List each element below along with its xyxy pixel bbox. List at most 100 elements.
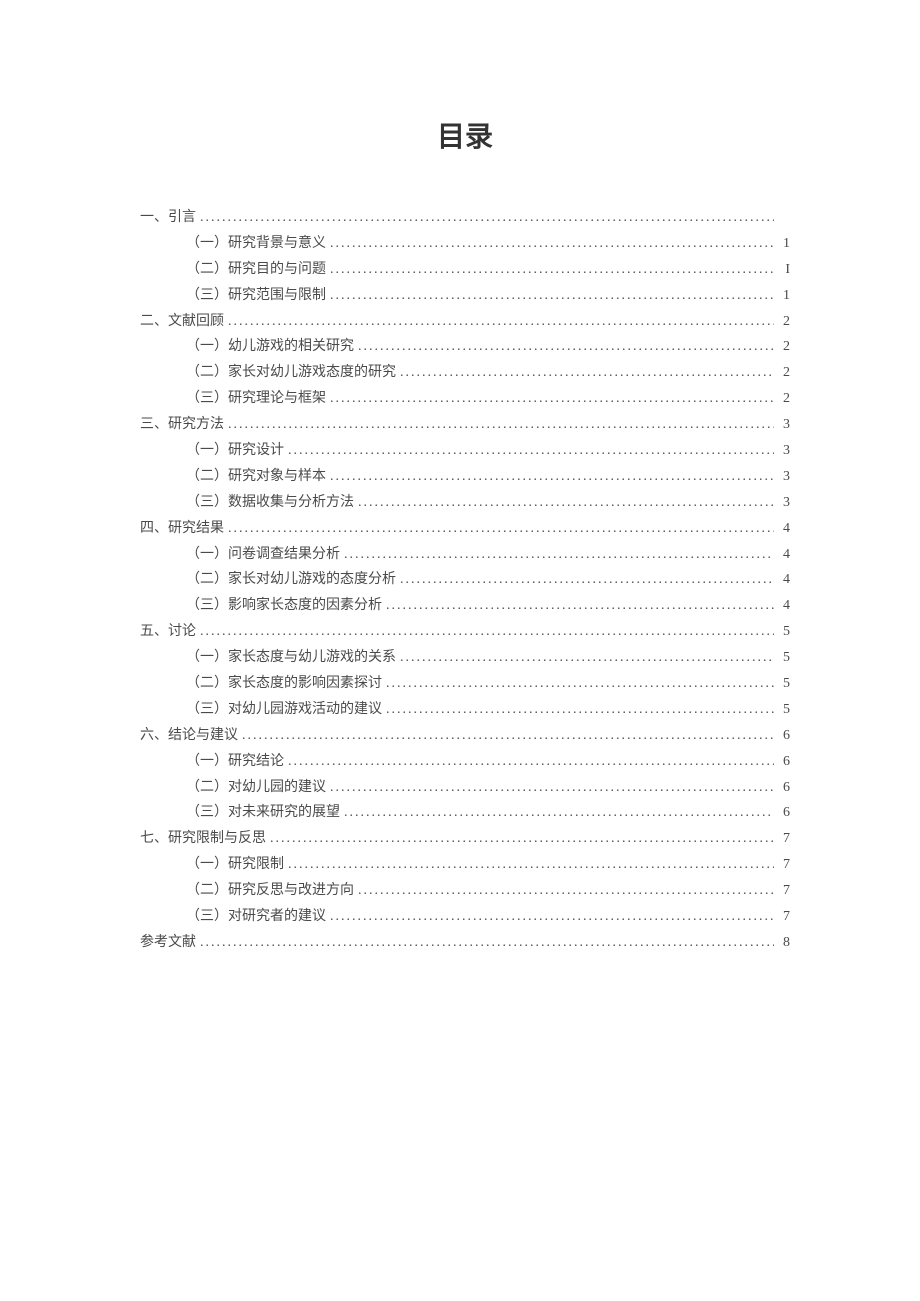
toc-entry-label: （三）对幼儿园游戏活动的建议	[186, 697, 382, 723]
toc-entry-page: 4	[778, 567, 790, 593]
toc-entry-label: 四、研究结果	[140, 516, 224, 542]
toc-dots	[358, 490, 774, 516]
toc-dots	[330, 283, 774, 309]
toc-dots	[330, 464, 774, 490]
toc-entry: （二）家长对幼儿游戏态度的研究 2	[186, 360, 790, 386]
toc-entry-page: I	[778, 257, 790, 283]
toc-dots	[400, 567, 774, 593]
toc-entry-page: 1	[778, 231, 790, 257]
toc-dots	[330, 231, 774, 257]
toc-entry-page: 7	[778, 852, 790, 878]
toc-entry-page: 2	[778, 309, 790, 335]
toc-entry: （一）研究结论 6	[186, 749, 790, 775]
toc-entry-label: （二）研究目的与问题	[186, 257, 326, 283]
toc-entry-page: 3	[778, 464, 790, 490]
toc-entry-page: 8	[778, 930, 790, 956]
toc-dots	[228, 412, 774, 438]
toc-entry-label: （一）家长态度与幼儿游戏的关系	[186, 645, 396, 671]
toc-entry: （三）数据收集与分析方法 3	[186, 490, 790, 516]
toc-entry-page: 2	[778, 360, 790, 386]
toc-entry: 参考文献8	[140, 930, 790, 956]
toc-dots	[330, 904, 774, 930]
toc-entry-label: 二、文献回顾	[140, 309, 224, 335]
toc-entry: 六、结论与建议6	[140, 723, 790, 749]
toc-entry-label: （三）研究理论与框架	[186, 386, 326, 412]
toc-entry: 四、研究结果 4	[140, 516, 790, 542]
toc-entry: （一）问卷调查结果分析4	[186, 542, 790, 568]
toc-dots	[358, 878, 774, 904]
toc-dots	[400, 645, 774, 671]
toc-entry: （一）研究设计 3	[186, 438, 790, 464]
toc-entry-label: （三）对研究者的建议	[186, 904, 326, 930]
toc-entry-page: 7	[778, 826, 790, 852]
toc-dots	[386, 671, 774, 697]
toc-entry: （一）研究限制 7	[186, 852, 790, 878]
toc-entry-page: 7	[778, 878, 790, 904]
toc-entry: 七、研究限制与反思 7	[140, 826, 790, 852]
toc-entry-page: 5	[778, 645, 790, 671]
toc-entry-page: 6	[778, 800, 790, 826]
toc-dots	[288, 852, 774, 878]
toc-dots	[228, 309, 774, 335]
toc-entry: （二）家长对幼儿游戏的态度分析 4	[186, 567, 790, 593]
toc-entry-page: 7	[778, 904, 790, 930]
toc-entry-page: 3	[778, 490, 790, 516]
toc-dots	[344, 800, 774, 826]
toc-entry-label: （一）研究设计	[186, 438, 284, 464]
toc-entry-page: 2	[778, 334, 790, 360]
toc-entry-label: （三）影响家长态度的因素分析	[186, 593, 382, 619]
toc-entry-page: 6	[778, 749, 790, 775]
toc-entry-label: 三、研究方法	[140, 412, 224, 438]
toc-dots	[288, 438, 774, 464]
toc-dots	[330, 775, 774, 801]
toc-dots	[270, 826, 774, 852]
toc-dots	[228, 516, 774, 542]
toc-dots	[400, 360, 774, 386]
toc-entry: （二）研究目的与问题 I	[186, 257, 790, 283]
toc-entry-page: 4	[778, 516, 790, 542]
toc-entry: 三、研究方法 3	[140, 412, 790, 438]
toc-entry: 一、引言.	[140, 205, 790, 231]
toc-dots	[386, 697, 774, 723]
toc-list: 一、引言.（一）研究背景与意义1（二）研究目的与问题I（三）研究范围与限制1二、…	[140, 205, 790, 956]
toc-entry-page: 2	[778, 386, 790, 412]
toc-entry-label: 七、研究限制与反思	[140, 826, 266, 852]
toc-entry-label: （三）对未来研究的展望	[186, 800, 340, 826]
toc-dots	[200, 619, 774, 645]
toc-entry: （二）研究对象与样本 3	[186, 464, 790, 490]
toc-entry: （一）研究背景与意义 1	[186, 231, 790, 257]
toc-entry: （一）家长态度与幼儿游戏的关系 5	[186, 645, 790, 671]
toc-entry: （二）研究反思与改进方向7	[186, 878, 790, 904]
toc-title: 目录	[140, 115, 790, 155]
toc-dots	[344, 542, 774, 568]
toc-entry-page: 5	[778, 697, 790, 723]
toc-entry-label: （二）家长对幼儿游戏的态度分析	[186, 567, 396, 593]
toc-entry-label: （一）幼儿游戏的相关研究	[186, 334, 354, 360]
toc-entry-label: （二）家长对幼儿游戏态度的研究	[186, 360, 396, 386]
toc-entry-label: （一）研究限制	[186, 852, 284, 878]
toc-entry-label: （三）数据收集与分析方法	[186, 490, 354, 516]
toc-entry-label: （二）家长态度的影响因素探讨	[186, 671, 382, 697]
toc-entry-page: 6	[778, 775, 790, 801]
toc-dots	[330, 257, 774, 283]
toc-entry-label: （一）研究结论	[186, 749, 284, 775]
toc-entry-label: （一）研究背景与意义	[186, 231, 326, 257]
toc-dots	[330, 386, 774, 412]
toc-entry-page: 3	[778, 412, 790, 438]
toc-entry: 二、文献回顾 2	[140, 309, 790, 335]
toc-entry-label: （二）研究对象与样本	[186, 464, 326, 490]
toc-dots	[358, 334, 774, 360]
toc-entry-page: 4	[778, 593, 790, 619]
toc-entry-label: 五、讨论	[140, 619, 196, 645]
toc-entry-page: 3	[778, 438, 790, 464]
toc-entry-label: 六、结论与建议	[140, 723, 238, 749]
toc-entry: （三）影响家长态度的因素分析 4	[186, 593, 790, 619]
toc-entry: （一）幼儿游戏的相关研究 2	[186, 334, 790, 360]
toc-dots	[200, 930, 774, 956]
toc-entry: （三）对幼儿园游戏活动的建议 5	[186, 697, 790, 723]
toc-entry-label: （一）问卷调查结果分析	[186, 542, 340, 568]
toc-entry: （三）研究理论与框架 2	[186, 386, 790, 412]
toc-entry-page: 5	[778, 619, 790, 645]
toc-entry: 五、讨论 5	[140, 619, 790, 645]
toc-entry: （三）对未来研究的展望 6	[186, 800, 790, 826]
